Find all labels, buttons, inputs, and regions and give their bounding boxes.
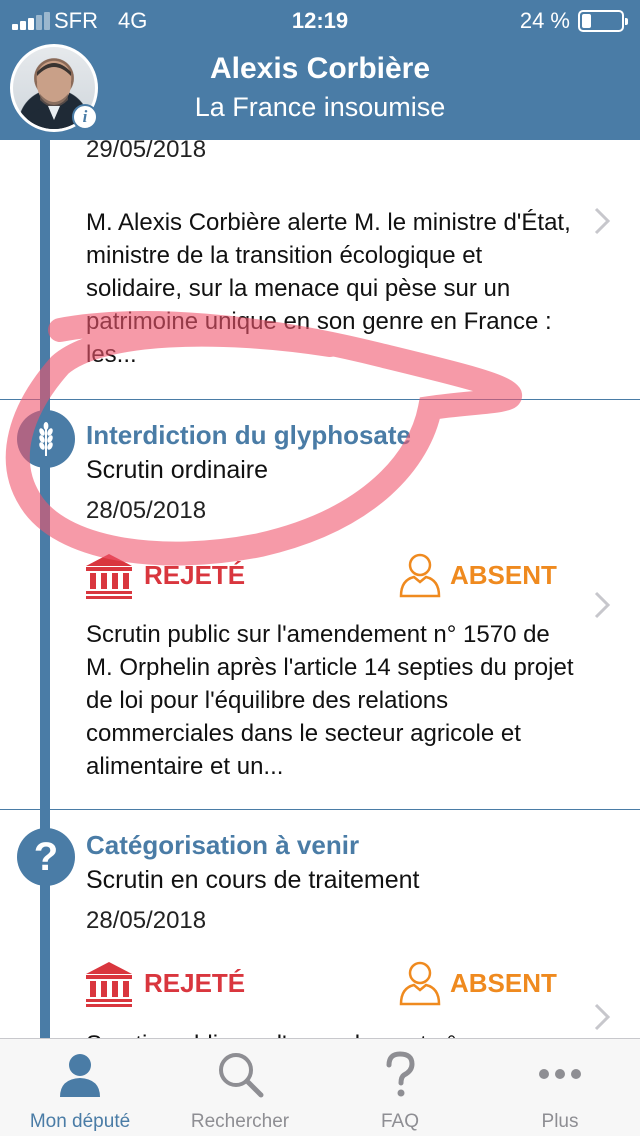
question-icon (386, 1051, 415, 1097)
item-subtitle: Scrutin en cours de traitement (86, 866, 420, 894)
tab-rechercher[interactable]: Rechercher (160, 1039, 320, 1136)
item-subtitle: Scrutin ordinaire (86, 456, 269, 484)
presence-label: ABSENT (450, 560, 557, 590)
person-outline-icon (399, 553, 441, 598)
person-outline-icon (399, 961, 441, 1006)
presence-label: ABSENT (450, 968, 557, 998)
question-mark-icon: ? (17, 828, 75, 886)
item-date: 28/05/2018 (86, 497, 207, 524)
person-icon (60, 1054, 100, 1097)
result-label: REJETÉ (144, 968, 246, 998)
deputy-name: Alexis Corbière (209, 52, 431, 85)
tab-label: Rechercher (190, 1111, 290, 1132)
tab-mon-depute[interactable]: Mon député (0, 1039, 160, 1136)
parliament-icon (86, 554, 132, 599)
item-description: Scrutin public sur l'amendement n° (86, 1028, 576, 1038)
timeline-item[interactable]: Interdiction du glyphosate Scrutin ordin… (0, 400, 640, 810)
timeline-item[interactable]: 29/05/2018 M. Alexis Corbière alerte M. … (0, 140, 640, 400)
battery-percentage: 24 % (519, 8, 570, 33)
tab-label: Plus (541, 1111, 579, 1132)
tab-label: Mon député (29, 1111, 131, 1132)
status-bar: SFR 4G 12:19 24 % (0, 0, 640, 40)
chevron-right-icon (594, 207, 611, 235)
vote-timeline[interactable]: 29/05/2018 M. Alexis Corbière alerte M. … (0, 140, 640, 1038)
item-description: Scrutin public sur l'amendement n° 1570 … (86, 621, 574, 780)
item-title: Catégorisation à venir (86, 830, 360, 860)
timeline-item[interactable]: ? Catégorisation à venir Scrutin en cour… (0, 810, 640, 1038)
search-icon (219, 1053, 264, 1098)
parliament-icon (86, 962, 132, 1007)
tab-label: FAQ (380, 1111, 419, 1132)
app-header: SFR 4G 12:19 24 % i Alexis Corbière La F… (0, 0, 640, 140)
wheat-icon (17, 410, 75, 468)
battery-icon (578, 10, 628, 32)
more-icon (539, 1069, 581, 1079)
chevron-right-icon (594, 1003, 611, 1031)
chevron-right-icon (594, 591, 611, 619)
result-label: REJETÉ (144, 560, 246, 590)
item-description: M. Alexis Corbière alerte M. le ministre… (86, 209, 571, 368)
item-date: 29/05/2018 (86, 140, 207, 163)
item-date: 28/05/2018 (86, 907, 207, 934)
item-title: Interdiction du glyphosate (86, 420, 412, 450)
tab-bar: Mon député Rechercher FAQ Plus (0, 1038, 640, 1136)
tab-plus[interactable]: Plus (480, 1039, 640, 1136)
tab-faq[interactable]: FAQ (320, 1039, 480, 1136)
deputy-party: La France insoumise (194, 92, 446, 122)
